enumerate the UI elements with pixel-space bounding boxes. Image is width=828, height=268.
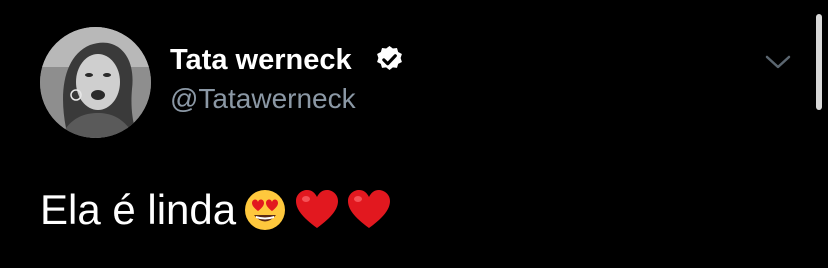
scrollbar[interactable] (816, 14, 822, 110)
heart-eyes-emoji-icon (242, 188, 288, 232)
red-heart-icon (294, 188, 340, 232)
tweet: Tata werneck @Tatawerneck Ela é linda (0, 0, 828, 268)
red-heart-icon (346, 188, 392, 232)
chevron-down-icon[interactable] (764, 52, 792, 72)
user-handle[interactable]: @Tatawerneck (170, 83, 356, 115)
avatar[interactable] (40, 27, 151, 138)
display-name[interactable]: Tata werneck (170, 43, 352, 77)
tweet-text: Ela é linda (40, 186, 392, 234)
verified-badge-icon (374, 44, 405, 75)
tweet-text-content: Ela é linda (40, 186, 237, 233)
